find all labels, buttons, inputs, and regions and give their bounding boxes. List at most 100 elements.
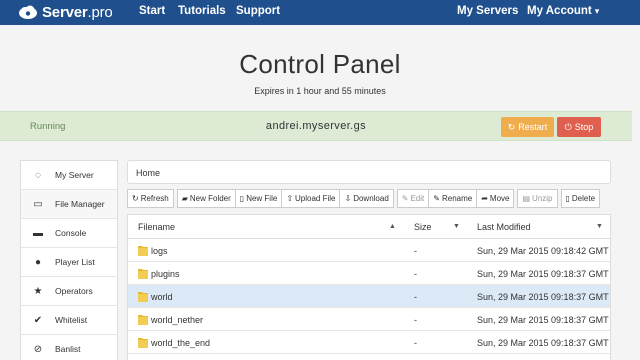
file-size: -	[414, 269, 417, 279]
file-name[interactable]: logs	[151, 246, 168, 256]
file-size: -	[414, 338, 417, 348]
sidebar-item-player-list[interactable]: ● Player List	[21, 248, 117, 277]
folder-plus-icon: ▰	[181, 194, 188, 203]
upload-file-button[interactable]: ⇧ Upload File	[281, 189, 341, 208]
sort-asc-icon[interactable]: ▲	[389, 223, 396, 230]
table-row[interactable]: world_the_end - Sun, 29 Mar 2015 09:18:37 …	[128, 331, 610, 354]
download-icon: ⇩	[344, 194, 352, 203]
sidebar-item-label: Player List	[55, 257, 95, 267]
file-name[interactable]: plugins	[151, 269, 180, 279]
sidebar-item-console[interactable]: ▬ Console	[21, 219, 117, 248]
toolbar-label: Upload File	[295, 194, 336, 203]
rename-button[interactable]: ✎ Rename	[428, 189, 478, 208]
delete-button[interactable]: ▯ Delete	[560, 189, 601, 208]
table-row[interactable]: logs - Sun, 29 Mar 2015 09:18:42 GMT	[128, 239, 610, 262]
power-icon: ⏻	[564, 121, 572, 132]
column-last-modified[interactable]: Last Modified	[477, 222, 531, 232]
refresh-icon: ↻	[132, 194, 139, 203]
folder-icon	[138, 246, 148, 256]
toolbar-label: Edit	[410, 194, 425, 203]
table-row[interactable]: plugins - Sun, 29 Mar 2015 09:18:37 GMT	[128, 262, 610, 285]
toolbar-label: Refresh	[140, 194, 169, 203]
nav-link-support[interactable]: Support	[236, 5, 280, 17]
terminal-icon: ▬	[33, 227, 43, 239]
nav-link-tutorials[interactable]: Tutorials	[178, 5, 226, 17]
download-button[interactable]: ⇩ Download	[339, 189, 394, 208]
stop-button[interactable]: ⏻ Stop	[557, 117, 601, 137]
toolbar-label: New File	[246, 194, 278, 203]
file-modified: Sun, 29 Mar 2015 09:18:37 GMT	[477, 315, 609, 325]
breadcrumb[interactable]: Home	[127, 160, 611, 184]
sidebar-item-banlist[interactable]: ⊘ Banlist	[21, 335, 117, 360]
server-status-bar: Running andrei.myserver.gs ↻ Restart ⏻ S…	[0, 111, 632, 141]
star-icon: ★	[33, 285, 43, 297]
table-row[interactable]: world_nether - Sun, 29 Mar 2015 09:18:37 G…	[128, 308, 610, 331]
column-size[interactable]: Size	[414, 222, 432, 232]
refresh-button[interactable]: ↻ Refresh	[127, 189, 174, 208]
file-name[interactable]: world_nether	[151, 315, 203, 325]
file-icon: ▭	[33, 198, 43, 210]
breadcrumb-home[interactable]: Home	[136, 168, 160, 178]
move-button[interactable]: ➦ Move	[476, 189, 515, 208]
pencil-icon: ✎	[401, 194, 409, 203]
user-icon: ●	[34, 256, 42, 268]
cloud-icon	[19, 5, 37, 19]
toolbar-label: Unzip	[532, 194, 553, 203]
sort-icon[interactable]: ▼	[596, 223, 603, 230]
brand-name: Server	[42, 4, 88, 21]
file-plus-icon: ▯	[239, 194, 245, 203]
edit-button[interactable]: ✎ Edit	[396, 189, 430, 208]
sidebar-item-label: Whitelist	[55, 315, 88, 325]
check-icon: ✔	[33, 314, 43, 326]
expiry-text: Expires in 1 hour and 55 minutes	[254, 86, 386, 96]
power-icon: ◌	[35, 169, 41, 181]
archive-icon: ▤	[522, 194, 531, 203]
file-table: Filename ▲ Size ▼ Last Modified ▼ logs - S…	[127, 214, 611, 360]
file-size: -	[414, 246, 417, 256]
brand-suffix: .pro	[87, 4, 113, 21]
toolbar-label: Rename	[441, 194, 473, 203]
table-header: Filename ▲ Size ▼ Last Modified ▼	[128, 215, 610, 239]
sidebar-item-label: Console	[55, 228, 87, 238]
column-filename[interactable]: Filename	[138, 222, 175, 232]
ban-icon: ⊘	[33, 343, 43, 355]
rename-icon: ✎	[433, 194, 440, 203]
restart-button[interactable]: ↻ Restart	[501, 117, 554, 137]
file-modified: Sun, 29 Mar 2015 09:18:37 GMT	[477, 269, 609, 279]
folder-icon	[138, 292, 148, 302]
unzip-button[interactable]: ▤ Unzip	[517, 189, 558, 208]
chevron-down-icon: ▾	[594, 6, 600, 16]
new-folder-button[interactable]: ▰ New Folder	[176, 189, 236, 208]
file-name[interactable]: world	[151, 292, 173, 302]
folder-icon	[138, 338, 148, 348]
sidebar-item-label: Operators	[55, 286, 93, 296]
sidebar-item-my-server[interactable]: ◌ My Server	[21, 161, 117, 190]
file-size: -	[414, 292, 417, 302]
new-file-button[interactable]: ▯ New File	[234, 189, 283, 208]
upload-icon: ⇧	[286, 194, 294, 203]
refresh-icon: ↻	[507, 121, 516, 132]
toolbar-label: Download	[353, 194, 389, 203]
file-modified: Sun, 29 Mar 2015 09:18:42 GMT	[477, 246, 609, 256]
nav-link-my-servers[interactable]: My Servers	[457, 5, 518, 17]
file-name[interactable]: world_the_end	[151, 338, 210, 348]
sidebar-item-whitelist[interactable]: ✔ Whitelist	[21, 306, 117, 335]
top-navbar: Server.pro Start Tutorials Support My Se…	[0, 0, 640, 25]
sidebar-item-operators[interactable]: ★ Operators	[21, 277, 117, 306]
move-icon: ➦	[481, 194, 488, 203]
table-row[interactable]: world - Sun, 29 Mar 2015 09:18:37 GMT	[128, 285, 610, 308]
file-manager: Home ↻ Refresh ▰ New Folder ▯ New File ⇧ Upload…	[127, 160, 611, 360]
toolbar-label: New Folder	[189, 194, 231, 203]
brand-logo[interactable]: Server.pro	[18, 3, 113, 22]
file-modified: Sun, 29 Mar 2015 09:18:37 GMT	[477, 292, 609, 302]
page-title: Control Panel	[239, 49, 401, 79]
folder-icon	[138, 315, 148, 325]
nav-link-start[interactable]: Start	[139, 5, 165, 17]
sidebar-item-file-manager[interactable]: ▭ File Manager	[21, 190, 117, 219]
file-modified: Sun, 29 Mar 2015 09:18:37 GMT	[477, 338, 609, 348]
sort-icon[interactable]: ▼	[453, 223, 460, 230]
account-label: My Account	[527, 5, 592, 17]
trash-icon: ▯	[565, 194, 570, 203]
page-header: Control Panel Expires in 1 hour and 55 m…	[0, 25, 640, 111]
account-dropdown[interactable]: My Account ▾	[527, 5, 599, 17]
